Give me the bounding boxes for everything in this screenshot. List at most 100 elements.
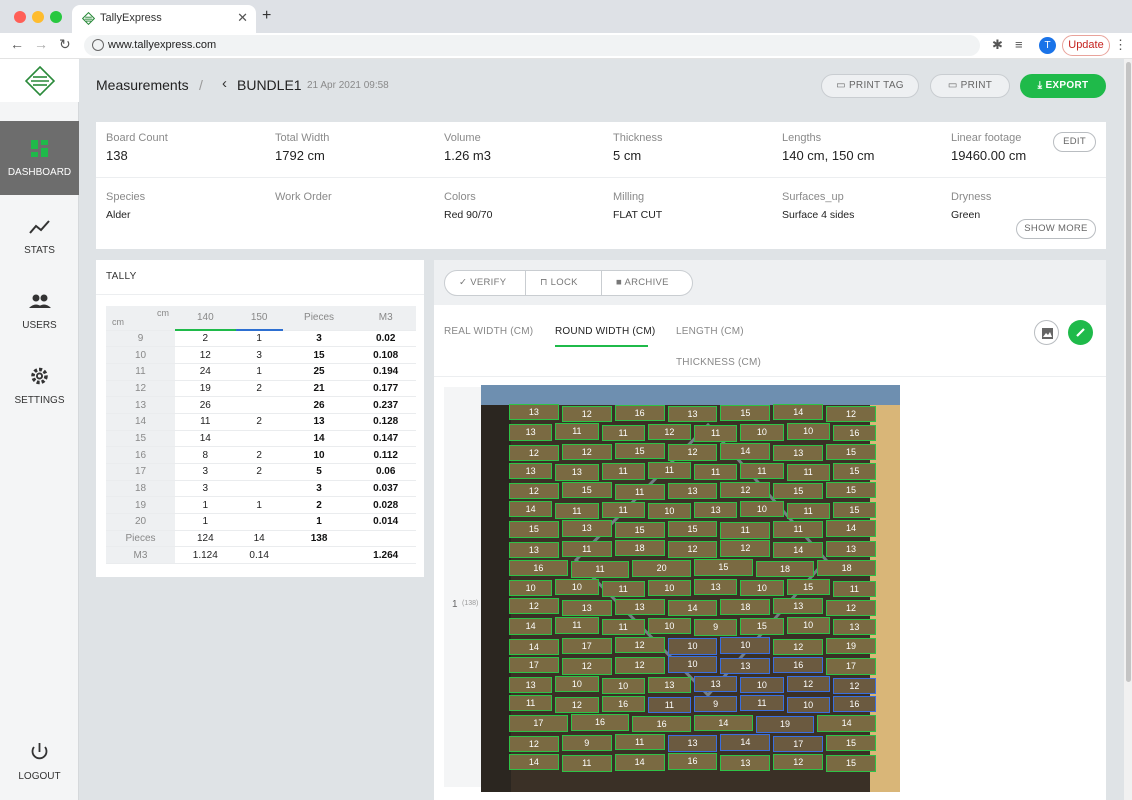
- board-measurement[interactable]: 12: [614, 636, 665, 654]
- board-measurement[interactable]: 12: [509, 444, 559, 462]
- scrollbar-thumb[interactable]: [1126, 62, 1131, 682]
- board-measurement[interactable]: 13: [667, 406, 718, 423]
- board-measurement[interactable]: 16: [509, 559, 568, 577]
- media-control-icon[interactable]: ≡: [1015, 37, 1023, 52]
- board-measurement[interactable]: 10: [667, 656, 718, 673]
- print-button[interactable]: ▭ PRINT: [930, 74, 1010, 98]
- board-measurement[interactable]: 13: [647, 676, 691, 693]
- edit-measurements-button[interactable]: [1068, 320, 1093, 345]
- board-measurement[interactable]: 11: [601, 580, 645, 597]
- tab-round-width[interactable]: ROUND WIDTH (CM): [555, 326, 655, 337]
- board-measurement[interactable]: 17: [509, 656, 559, 674]
- board-measurement[interactable]: 12: [667, 444, 718, 461]
- board-measurement[interactable]: 14: [817, 715, 876, 732]
- board-measurement[interactable]: 11: [601, 618, 645, 636]
- tally-header-140[interactable]: 140: [175, 306, 236, 331]
- board-measurement[interactable]: 13: [555, 464, 599, 481]
- board-measurement[interactable]: 12: [647, 423, 691, 441]
- board-measurement[interactable]: 12: [720, 540, 771, 557]
- show-more-button[interactable]: SHOW MORE: [1016, 219, 1096, 239]
- browser-menu-icon[interactable]: ⋮: [1114, 37, 1127, 53]
- board-measurement[interactable]: 15: [832, 463, 876, 480]
- breadcrumb-measurements[interactable]: Measurements: [96, 77, 189, 93]
- board-measurement[interactable]: 10: [509, 580, 553, 597]
- board-measurement[interactable]: 15: [826, 755, 876, 772]
- board-measurement[interactable]: 15: [614, 442, 665, 460]
- board-measurement[interactable]: 11: [832, 580, 876, 597]
- board-measurement[interactable]: 17: [561, 637, 612, 655]
- close-window-icon[interactable]: [14, 11, 26, 23]
- board-measurement[interactable]: 11: [773, 521, 824, 538]
- board-measurement[interactable]: 16: [570, 714, 630, 731]
- board-measurement[interactable]: 12: [509, 598, 559, 615]
- bundle-photo[interactable]: 13 12 16 13 15 14 12 13 11 11 12 11 10 10 16 12 12 15 12 14…: [481, 385, 900, 792]
- board-measurement[interactable]: 14: [614, 754, 665, 771]
- board-measurement[interactable]: 13: [720, 657, 771, 675]
- board-measurement[interactable]: 10: [786, 423, 830, 440]
- board-measurement[interactable]: 18: [755, 560, 815, 578]
- board-measurement[interactable]: 15: [720, 405, 771, 422]
- board-measurement[interactable]: 13: [694, 502, 738, 519]
- board-measurement[interactable]: 12: [720, 481, 771, 498]
- site-info-icon[interactable]: [92, 39, 104, 51]
- board-measurement[interactable]: 11: [614, 483, 665, 500]
- board-measurement[interactable]: 10: [555, 579, 599, 596]
- board-measurement[interactable]: 10: [740, 580, 784, 597]
- board-measurement[interactable]: 14: [773, 541, 824, 559]
- board-measurement[interactable]: 15: [561, 482, 612, 499]
- board-measurement[interactable]: 17: [509, 715, 568, 732]
- board-measurement[interactable]: 9: [694, 619, 738, 636]
- tab-real-width[interactable]: REAL WIDTH (CM): [444, 326, 533, 337]
- board-measurement[interactable]: 11: [720, 522, 771, 539]
- board-measurement[interactable]: 16: [601, 695, 645, 712]
- board-measurement[interactable]: 13: [509, 462, 553, 480]
- board-measurement[interactable]: 18: [720, 599, 771, 616]
- edit-button[interactable]: EDIT: [1053, 132, 1096, 152]
- board-measurement[interactable]: 12: [786, 676, 830, 693]
- board-measurement[interactable]: 19: [755, 716, 815, 733]
- board-measurement[interactable]: 13: [614, 598, 665, 615]
- board-measurement[interactable]: 20: [632, 560, 691, 577]
- board-measurement[interactable]: 16: [614, 404, 665, 421]
- browser-tab[interactable]: TallyExpress ✕: [72, 5, 256, 33]
- board-measurement[interactable]: 13: [509, 404, 559, 421]
- board-measurement[interactable]: 15: [786, 579, 830, 596]
- board-measurement[interactable]: 11: [601, 463, 645, 480]
- board-measurement[interactable]: 14: [720, 443, 771, 460]
- board-measurement[interactable]: 12: [773, 638, 824, 656]
- board-measurement[interactable]: 15: [826, 443, 876, 461]
- board-measurement[interactable]: 11: [555, 502, 599, 519]
- address-bar[interactable]: www.tallyexpress.com: [84, 35, 980, 56]
- board-measurement[interactable]: 10: [786, 617, 830, 634]
- board-measurement[interactable]: 10: [601, 677, 645, 694]
- sidebar-item-dashboard[interactable]: DASHBOARD: [0, 121, 79, 195]
- board-measurement[interactable]: 13: [667, 735, 718, 752]
- board-measurement[interactable]: 11: [570, 561, 630, 578]
- board-measurement[interactable]: 14: [826, 520, 876, 537]
- board-measurement[interactable]: 11: [647, 697, 691, 714]
- board-measurement[interactable]: 15: [773, 483, 824, 500]
- board-measurement[interactable]: 14: [509, 618, 553, 635]
- board-measurement[interactable]: 10: [720, 637, 771, 654]
- board-measurement[interactable]: 13: [694, 578, 738, 595]
- board-measurement[interactable]: 16: [832, 695, 876, 712]
- board-measurement[interactable]: 12: [826, 599, 876, 616]
- board-measurement[interactable]: 13: [694, 675, 738, 692]
- board-measurement[interactable]: 10: [740, 424, 784, 441]
- board-measurement[interactable]: 15: [614, 521, 665, 539]
- update-button[interactable]: Update: [1062, 35, 1110, 56]
- lock-button[interactable]: ⊓ LOCK: [526, 270, 602, 296]
- board-measurement[interactable]: 13: [773, 444, 824, 462]
- board-measurement[interactable]: 11: [509, 695, 553, 712]
- board-measurement[interactable]: 11: [694, 425, 738, 442]
- board-measurement[interactable]: 10: [740, 677, 784, 694]
- minimize-window-icon[interactable]: [32, 11, 44, 23]
- logout-button[interactable]: LOGOUT: [0, 725, 79, 799]
- board-measurement[interactable]: 16: [667, 753, 718, 770]
- board-measurement[interactable]: 15: [509, 521, 559, 538]
- board-measurement[interactable]: 13: [561, 599, 612, 616]
- board-measurement[interactable]: 15: [740, 618, 784, 635]
- board-measurement[interactable]: 11: [786, 464, 830, 481]
- board-measurement[interactable]: 13: [832, 618, 876, 636]
- board-measurement[interactable]: 11: [561, 540, 612, 558]
